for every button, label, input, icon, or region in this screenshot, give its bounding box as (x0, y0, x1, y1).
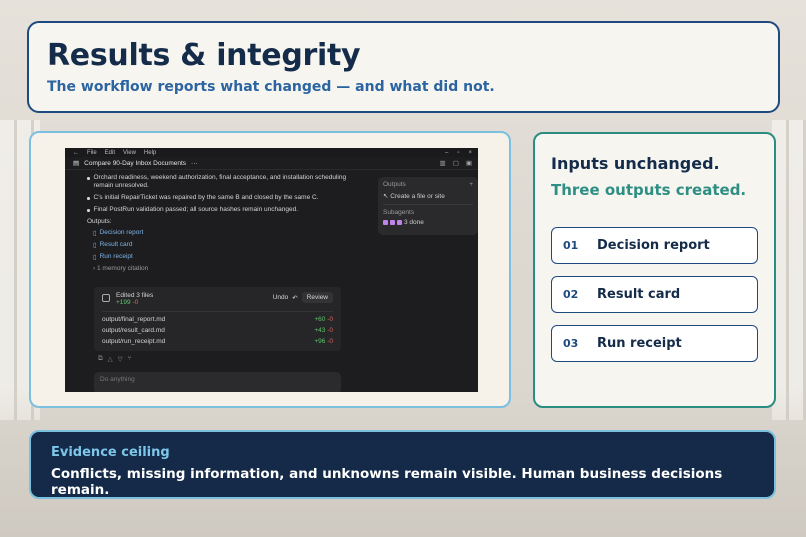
output-item-result-card: 02 Result card (551, 276, 758, 313)
close-icon[interactable]: × (468, 150, 472, 156)
total-additions: +199 (116, 299, 131, 306)
layout-icon[interactable]: ▣ (466, 159, 472, 167)
subagents-status[interactable]: 3 done (383, 219, 473, 226)
chat-transcript: Orchard readiness, weekend authorization… (87, 174, 352, 272)
outputs-label: Outputs: (87, 218, 112, 225)
composer-input[interactable]: Do anything (94, 372, 341, 392)
output-number: 03 (563, 337, 579, 350)
app-window: ← File Edit View Help – ▫ × ▤ Compare 90… (65, 148, 478, 392)
evidence-card: Evidence ceiling Conflicts, missing info… (29, 430, 776, 499)
menu-edit[interactable]: Edit (105, 150, 115, 156)
output-item-run-receipt: 03 Run receipt (551, 325, 758, 362)
title-card: Results & integrity The workflow reports… (27, 21, 780, 113)
slide-title: Results & integrity (47, 38, 361, 73)
file-diff-stat: +96 -0 (314, 338, 333, 345)
edited-files-panel: Edited 3 files +199 -0 Undo ↶ Review out… (94, 287, 341, 351)
list-item: Final PostRun validation passed; all sou… (87, 206, 352, 214)
create-file-button[interactable]: ↖ Create a file or site (383, 192, 473, 200)
agent-icon (390, 220, 395, 225)
edited-files-title: Edited 3 files (116, 292, 154, 299)
file-path: output/run_receipt.md (102, 338, 166, 345)
menu-view[interactable]: View (123, 150, 136, 156)
sidebar-toggle-icon[interactable]: ▤ (73, 159, 79, 167)
branch-icon[interactable]: ⑂ (128, 355, 132, 363)
output-label: Result card (597, 287, 681, 302)
evidence-text: Conflicts, missing information, and unkn… (51, 466, 723, 498)
summary-card: Inputs unchanged. Three outputs created.… (533, 132, 776, 408)
slide-subtitle: The workflow reports what changed — and … (47, 79, 495, 95)
total-removals: -0 (132, 299, 139, 306)
file-diff-stat: +43 -0 (314, 327, 333, 334)
output-number: 01 (563, 239, 579, 252)
file-path: output/final_report.md (102, 316, 166, 323)
output-link-result-card[interactable]: ▯ Result card (93, 241, 352, 249)
table-row[interactable]: output/final_report.md +60 -0 (102, 316, 333, 323)
file-icon: ▯ (93, 230, 97, 237)
list-item: C's initial RepairTicket was repaired by… (87, 194, 352, 202)
minimize-icon[interactable]: – (445, 150, 448, 156)
agent-icon (383, 220, 388, 225)
table-row[interactable]: output/result_card.md +43 -0 (102, 327, 333, 334)
edit-icon (102, 294, 110, 302)
outputs-created-heading: Three outputs created. (551, 181, 747, 199)
maximize-icon[interactable]: ▫ (457, 150, 459, 156)
undo-button[interactable]: Undo (273, 294, 289, 301)
copy-icon[interactable]: ⧉ (98, 355, 103, 363)
table-row[interactable]: output/run_receipt.md +96 -0 (102, 338, 333, 345)
bullet-icon (87, 209, 90, 212)
edit-actions: Undo ↶ Review (273, 292, 333, 303)
thumbs-down-icon[interactable]: ▽ (118, 355, 123, 363)
evidence-heading: Evidence ceiling (51, 445, 170, 460)
output-link-decision-report[interactable]: ▯ Decision report (93, 229, 352, 237)
agent-icon (397, 220, 402, 225)
menu-file[interactable]: File (87, 150, 97, 156)
review-button[interactable]: Review (301, 292, 333, 303)
cursor-icon: ↖ (383, 193, 389, 200)
undo-icon: ↶ (292, 294, 298, 302)
menu-bar: ← File Edit View Help – ▫ × (65, 148, 478, 157)
back-icon[interactable]: ← (73, 150, 79, 156)
tab-bar: ▤ Compare 90-Day Inbox Documents ··· ▥ ▢… (65, 157, 478, 170)
file-diff-stat: +60 -0 (314, 316, 333, 323)
menu-help[interactable]: Help (144, 150, 156, 156)
list-item: Orchard readiness, weekend authorization… (87, 174, 352, 190)
bullet-icon (87, 197, 90, 200)
side-panel: Outputs + ↖ Create a file or site Subage… (378, 177, 478, 235)
output-number: 02 (563, 288, 579, 301)
inputs-unchanged-heading: Inputs unchanged. (551, 154, 720, 173)
thumbs-up-icon[interactable]: △ (108, 355, 113, 363)
output-label: Run receipt (597, 336, 682, 351)
subagents-header: Subagents (383, 209, 415, 216)
divider (383, 204, 473, 205)
chevron-right-icon: › (93, 265, 96, 272)
file-icon: ▯ (93, 242, 97, 249)
tab-toolbar: ▥ ▢ ▣ (440, 159, 478, 167)
window-controls: – ▫ × (445, 150, 478, 156)
output-item-decision-report: 01 Decision report (551, 227, 758, 264)
split-icon[interactable]: ▢ (453, 159, 459, 167)
memory-citation[interactable]: › 1 memory citation (93, 265, 352, 272)
file-path: output/result_card.md (102, 327, 165, 334)
file-icon: ▯ (93, 254, 97, 261)
screenshot-card: ← File Edit View Help – ▫ × ▤ Compare 90… (29, 131, 511, 408)
output-link-run-receipt[interactable]: ▯ Run receipt (93, 253, 352, 261)
tab-more-icon[interactable]: ··· (191, 160, 198, 167)
message-actions: ⧉ △ ▽ ⑂ (98, 355, 132, 363)
background-window-right (772, 120, 806, 420)
tab-title[interactable]: Compare 90-Day Inbox Documents (84, 160, 186, 167)
edited-files-header: Edited 3 files +199 -0 Undo ↶ Review (102, 292, 333, 312)
outputs-header: Outputs + (383, 181, 473, 188)
panel-icon[interactable]: ▥ (440, 159, 446, 167)
add-icon[interactable]: + (469, 181, 473, 188)
output-label: Decision report (597, 238, 710, 253)
bullet-icon (87, 177, 90, 180)
